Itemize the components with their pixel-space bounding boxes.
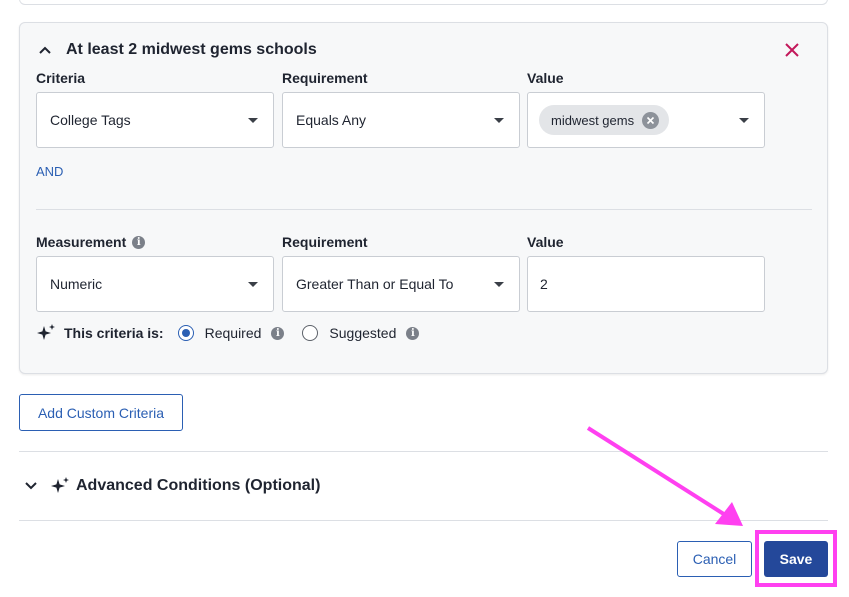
info-icon[interactable]: i — [271, 326, 285, 340]
and-link[interactable]: AND — [36, 164, 63, 179]
criteria-type-label: This criteria is: — [64, 325, 164, 341]
sparkle-icon — [36, 323, 56, 343]
requirement-label: Requirement — [282, 70, 368, 86]
measurement-label: Measurement i — [36, 234, 146, 250]
caret-down-icon — [739, 118, 749, 123]
value-label: Value — [527, 70, 564, 86]
info-icon[interactable]: i — [132, 235, 146, 249]
caret-down-icon — [494, 118, 504, 123]
info-icon[interactable]: i — [406, 326, 420, 340]
required-radio[interactable] — [177, 325, 194, 341]
caret-down-icon — [248, 282, 258, 287]
measurement-select[interactable]: Numeric — [36, 256, 274, 312]
previous-card-edge — [19, 0, 828, 5]
value-chip: midwest gems — [539, 105, 670, 135]
measurement-value-text: 2 — [540, 276, 548, 292]
value-chip-label: midwest gems — [551, 112, 635, 128]
measurement-value-input[interactable]: 2 — [527, 256, 765, 312]
criteria-select-value: College Tags — [50, 112, 131, 128]
criteria-select[interactable]: College Tags — [36, 92, 274, 148]
card-header[interactable]: At least 2 midwest gems schools — [38, 41, 317, 59]
requirement-select[interactable]: Equals Any — [282, 92, 520, 148]
criteria-type-row: This criteria is: Required i Suggested i — [36, 323, 420, 343]
required-radio-label[interactable]: Required — [205, 325, 262, 341]
close-icon[interactable] — [783, 41, 801, 59]
card-title: At least 2 midwest gems schools — [66, 41, 317, 58]
suggested-radio-label[interactable]: Suggested — [329, 325, 396, 341]
measurement-requirement-value: Greater Than or Equal To — [296, 276, 454, 292]
value-multiselect[interactable]: midwest gems — [527, 92, 765, 148]
measurement-requirement-select[interactable]: Greater Than or Equal To — [282, 256, 520, 312]
sparkle-icon — [50, 476, 70, 496]
divider — [36, 209, 812, 210]
criteria-label: Criteria — [36, 70, 86, 86]
add-custom-criteria-button[interactable]: Add Custom Criteria — [19, 394, 183, 431]
caret-down-icon — [248, 118, 258, 123]
measurement-select-value: Numeric — [50, 276, 103, 292]
measurement-label-text: Measurement — [36, 234, 127, 250]
caret-down-icon — [494, 282, 504, 287]
chevron-up-icon[interactable] — [38, 43, 52, 57]
advanced-conditions-toggle[interactable]: Advanced Conditions (Optional) — [24, 476, 320, 496]
chevron-down-icon[interactable] — [24, 479, 38, 493]
advanced-conditions-label: Advanced Conditions (Optional) — [76, 477, 321, 494]
criteria-group-card: At least 2 midwest gems schools Criteria… — [19, 22, 828, 374]
cancel-button[interactable]: Cancel — [677, 541, 752, 577]
chip-remove-icon[interactable] — [642, 111, 660, 129]
annotation-highlight — [755, 530, 837, 587]
value-label: Value — [527, 234, 564, 250]
requirement-select-value: Equals Any — [296, 112, 367, 128]
requirement-label: Requirement — [282, 234, 368, 250]
annotation-arrow — [586, 426, 743, 526]
suggested-radio[interactable] — [302, 325, 319, 341]
